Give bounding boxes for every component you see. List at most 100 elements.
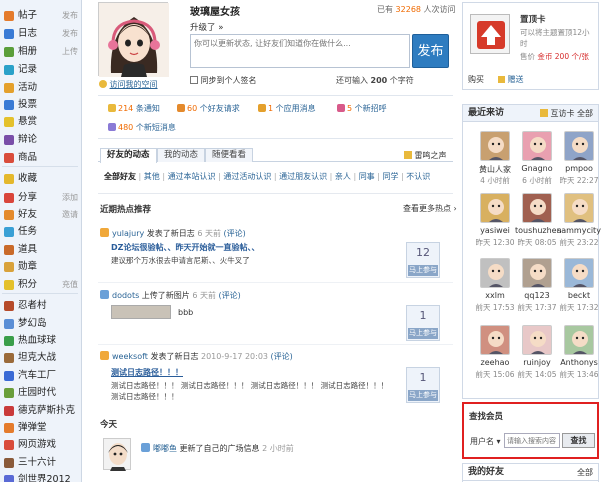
nav-item[interactable]: 弹弹堂 — [0, 420, 81, 436]
sync-option[interactable]: 同步到个人签名 — [190, 75, 257, 86]
notice-link[interactable]: 480 个新短消息 — [108, 122, 176, 133]
mutual-card-link[interactable]: 互访卡 — [550, 109, 574, 118]
visitor-avatar[interactable] — [564, 258, 594, 288]
nav-item-action[interactable]: 充值 — [62, 277, 78, 293]
filter-link[interactable]: 亲人 — [335, 172, 351, 181]
gift-link[interactable]: 赠送 — [498, 74, 524, 85]
profile-name[interactable]: 玻璃屋女孩 — [190, 3, 240, 18]
join-button[interactable]: 马上参与 — [408, 390, 438, 401]
feed-comment-link[interactable]: (评论) — [224, 229, 246, 238]
buy-link[interactable]: 购买 — [468, 74, 484, 85]
visit-space-text[interactable]: 访问我的空间 — [110, 80, 158, 89]
nav-item[interactable]: 德克萨斯扑克 — [0, 403, 81, 419]
nav-item[interactable]: 活动 — [0, 80, 81, 96]
hot-more-link[interactable]: 查看更多热点 › — [403, 203, 457, 214]
visitor-name[interactable]: Anthonys — [557, 358, 601, 367]
nav-item[interactable]: 三十六计 — [0, 455, 81, 471]
visitor-name[interactable]: yasiwei — [473, 226, 517, 235]
avatar[interactable] — [98, 2, 169, 77]
nav-item-action[interactable]: 邀请 — [62, 207, 78, 223]
nav-item[interactable]: 坦克大战 — [0, 350, 81, 366]
notice-link[interactable]: 1 个应用消息 — [258, 103, 316, 114]
nav-item-action[interactable]: 发布 — [62, 8, 78, 24]
filter-link[interactable]: 同事 — [359, 172, 375, 181]
photo-thumbnail[interactable] — [111, 305, 171, 319]
notice-link[interactable]: 5 个新招呼 — [337, 103, 387, 114]
visitor-name[interactable]: 黄山人家 — [473, 164, 517, 175]
visitor-avatar[interactable] — [480, 325, 510, 355]
visitor-avatar[interactable] — [522, 325, 552, 355]
publish-button[interactable]: 发布 — [412, 34, 449, 68]
feed-user[interactable]: yulajury — [112, 229, 144, 238]
visitor-avatar[interactable] — [480, 131, 510, 161]
today-avatar[interactable] — [103, 438, 131, 471]
visitor-avatar[interactable] — [522, 131, 552, 161]
nav-item[interactable]: 梦幻岛 — [0, 316, 81, 332]
notice-link[interactable]: 214 条通知 — [108, 103, 160, 114]
nav-item[interactable]: 好友 邀请 — [0, 207, 81, 223]
card-image[interactable] — [470, 14, 510, 54]
visitor-name[interactable]: beckt — [557, 291, 601, 300]
feed-title[interactable]: 测试日志路径！！！ — [111, 367, 183, 378]
notice-link[interactable]: 60 个好友请求 — [177, 103, 240, 114]
nav-item[interactable]: 记录 — [0, 62, 81, 78]
visitor-avatar[interactable] — [564, 131, 594, 161]
filter-link[interactable]: 全部好友 — [104, 172, 136, 181]
visitor-avatar[interactable] — [522, 258, 552, 288]
feed-comment-link[interactable]: (评论) — [219, 291, 241, 300]
dropdown-arrow-icon[interactable]: ▾ — [494, 437, 501, 446]
nav-item[interactable]: 热血球球 — [0, 333, 81, 349]
today-user[interactable]: 嘟嘟鱼 — [153, 444, 177, 453]
tab-random[interactable]: 随便看看 — [205, 148, 254, 162]
visitor-avatar[interactable] — [522, 193, 552, 223]
nav-item[interactable]: 悬赏 — [0, 114, 81, 130]
visitor-name[interactable]: pmpoo — [557, 164, 601, 173]
visitors-all-link[interactable]: 全部 — [577, 109, 593, 118]
visitor-name[interactable]: zeehao — [473, 358, 517, 367]
visitor-avatar[interactable] — [480, 258, 510, 288]
nav-item[interactable]: 勋章 — [0, 259, 81, 275]
nav-item[interactable]: 汽车工厂 — [0, 368, 81, 384]
visitor-name[interactable]: ruinjoy — [515, 358, 559, 367]
member-search-input[interactable] — [504, 433, 560, 448]
find-button[interactable]: 查找 — [562, 433, 595, 448]
nav-item-action[interactable]: 发布 — [62, 26, 78, 42]
feed-user[interactable]: weeksoft — [112, 352, 148, 361]
nav-item[interactable]: 任务 — [0, 224, 81, 240]
nav-item[interactable]: 忍者村 — [0, 298, 81, 314]
filter-link[interactable]: 通过活动认识 — [223, 172, 271, 181]
nav-item-action[interactable]: 上传 — [62, 44, 78, 60]
nav-item[interactable]: 道具 — [0, 242, 81, 258]
filter-link[interactable]: 通过朋友认识 — [279, 172, 327, 181]
visitor-name[interactable]: xxlm — [473, 291, 517, 300]
join-button[interactable]: 马上参与 — [408, 328, 438, 339]
nav-item[interactable]: 相册 上传 — [0, 44, 81, 60]
visitor-avatar[interactable] — [480, 193, 510, 223]
friends-all-link[interactable]: 全部 — [577, 464, 593, 481]
visitor-name[interactable]: sammycity — [557, 226, 601, 235]
filter-link[interactable]: 通过本站认识 — [168, 172, 216, 181]
nav-item[interactable]: 剑世界2012 — [0, 472, 81, 482]
upgrade-link[interactable]: 升级了 » — [190, 21, 223, 33]
visitor-name[interactable]: Gnagno — [515, 164, 559, 173]
nav-item[interactable]: 商品 — [0, 150, 81, 166]
tab-friends-feed[interactable]: 好友的动态 — [100, 148, 157, 163]
join-button[interactable]: 马上参与 — [408, 265, 438, 276]
filter-link[interactable]: 不认识 — [406, 172, 430, 181]
feed-title[interactable]: DZ论坛很验帖、、昨天开始就一直验帖、、 — [111, 242, 259, 253]
nav-item[interactable]: 投票 — [0, 97, 81, 113]
tab-my-feed[interactable]: 我的动态 — [157, 148, 206, 162]
nav-item-action[interactable]: 添加 — [62, 190, 78, 206]
nav-item[interactable]: 积分 充值 — [0, 277, 81, 293]
filter-link[interactable]: 同学 — [382, 172, 398, 181]
nav-item[interactable]: 分享 添加 — [0, 190, 81, 206]
nav-item[interactable]: 网页游戏 — [0, 437, 81, 453]
visitor-avatar[interactable] — [564, 325, 594, 355]
nav-item[interactable]: 帖子 发布 — [0, 8, 81, 24]
nav-item[interactable]: 日志 发布 — [0, 26, 81, 42]
feed-user[interactable]: dodots — [112, 291, 139, 300]
feed-comment-link[interactable]: (评论) — [271, 352, 293, 361]
thunder-link[interactable]: 雷鸣之声 — [404, 150, 447, 161]
sync-checkbox[interactable] — [190, 76, 198, 84]
status-input[interactable] — [190, 34, 410, 68]
